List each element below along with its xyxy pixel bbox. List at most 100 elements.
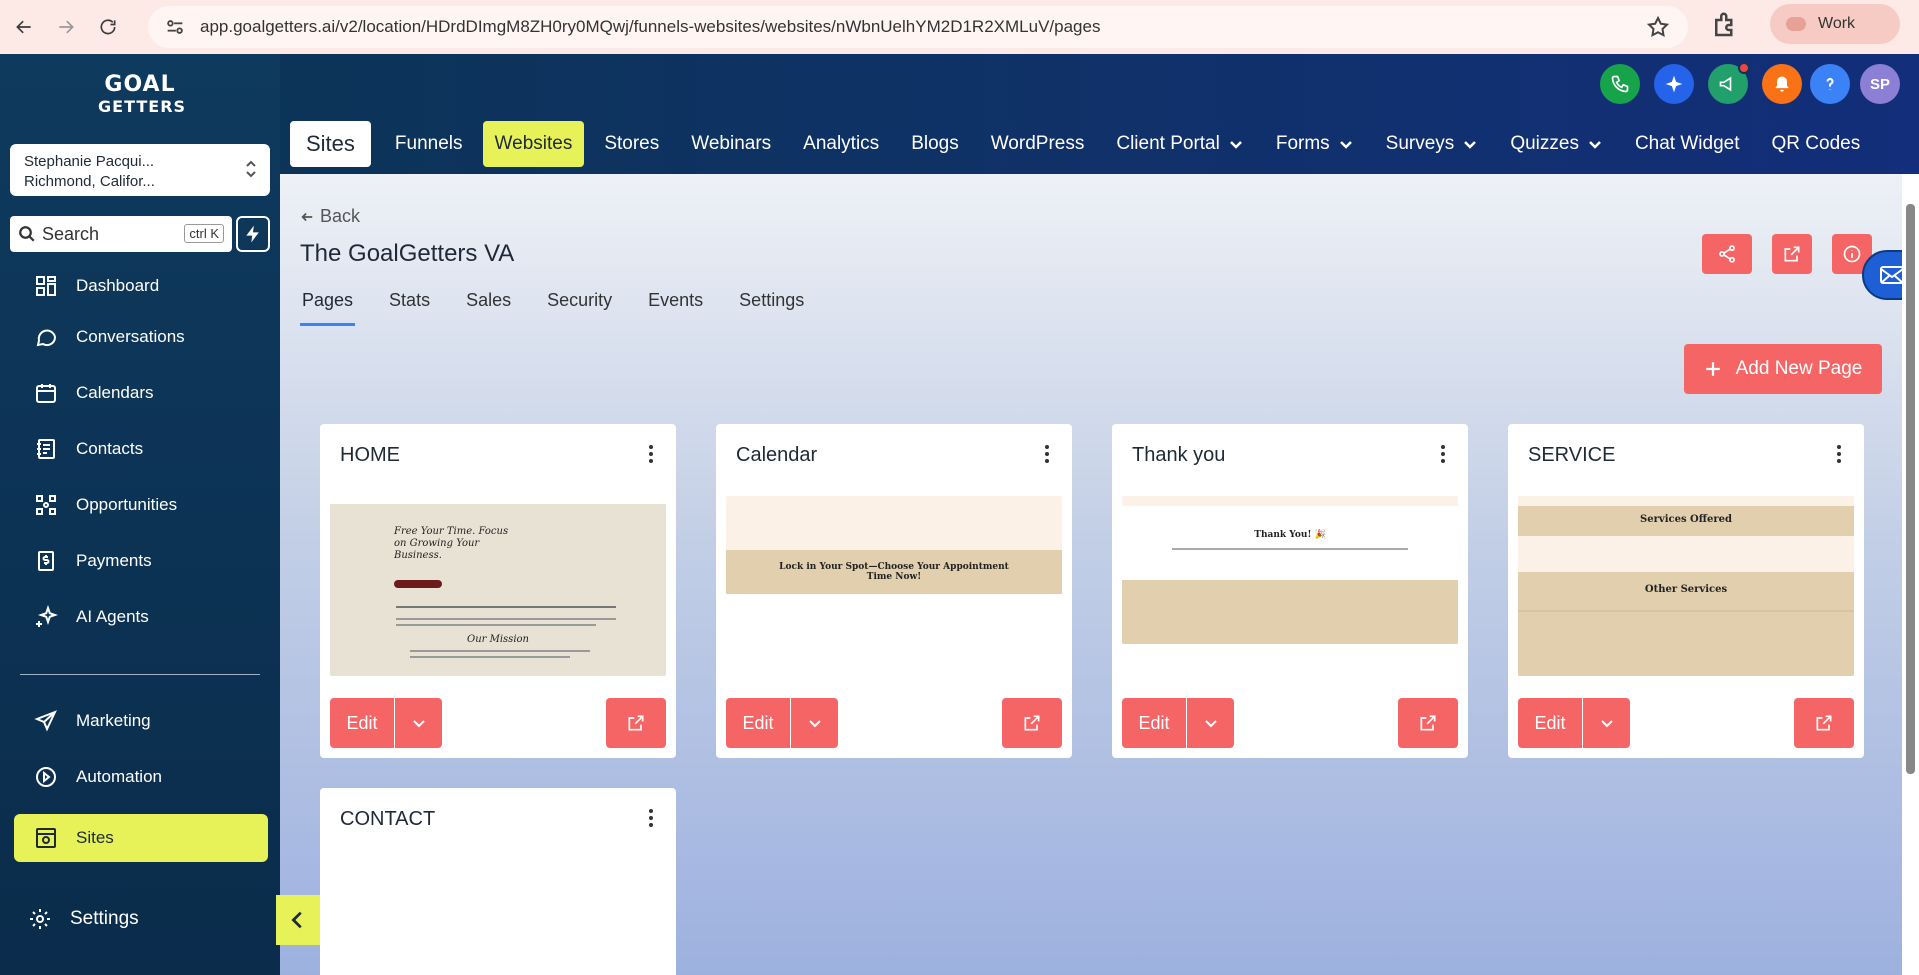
- tab-events[interactable]: Events: [646, 282, 705, 326]
- logo[interactable]: GOAL GETTERS: [98, 74, 185, 122]
- tab-quizzes[interactable]: Quizzes: [1498, 121, 1615, 167]
- tab-pages[interactable]: Pages: [300, 282, 356, 326]
- page-thumbnail[interactable]: Services Offered Other Services: [1518, 496, 1854, 676]
- chevron-down-icon: [1204, 720, 1217, 728]
- sidebar-item-dashboard[interactable]: Dashboard: [14, 266, 268, 306]
- tab-label: Funnels: [394, 133, 463, 154]
- edit-button[interactable]: Edit: [1518, 698, 1582, 748]
- tab-sales[interactable]: Sales: [464, 282, 513, 326]
- tab-chat-widget[interactable]: Chat Widget: [1623, 121, 1752, 167]
- sidebar-item-conversations[interactable]: Conversations: [14, 314, 268, 360]
- share-button[interactable]: [1702, 234, 1752, 274]
- reload-icon[interactable]: [90, 9, 126, 45]
- tab-forms[interactable]: Forms: [1264, 121, 1366, 167]
- chevron-left-icon: [291, 911, 302, 929]
- kebab-menu-icon[interactable]: [1440, 444, 1446, 464]
- notifications-button[interactable]: [1762, 64, 1802, 104]
- card-title: SERVICE: [1528, 444, 1616, 466]
- page-thumbnail[interactable]: Thank You! 🎉: [1122, 496, 1458, 644]
- edit-dropdown-button[interactable]: [790, 698, 838, 748]
- tab-funnels[interactable]: Funnels: [383, 121, 475, 167]
- scrollbar[interactable]: [1902, 174, 1919, 975]
- thumb-text-line: [410, 650, 590, 652]
- chevron-down-icon: [1589, 141, 1601, 149]
- kebab-menu-icon[interactable]: [1044, 444, 1050, 464]
- open-page-button[interactable]: [1398, 698, 1458, 748]
- tab-blogs[interactable]: Blogs: [899, 121, 971, 167]
- sidebar-item-calendars[interactable]: Calendars: [14, 370, 268, 416]
- site-info-icon[interactable]: [164, 16, 186, 38]
- sidebar-item-label: Sites: [76, 828, 114, 847]
- sidebar-item-opportunities[interactable]: Opportunities: [14, 482, 268, 528]
- tab-webinars[interactable]: Webinars: [679, 121, 783, 167]
- edit-button[interactable]: Edit: [330, 698, 394, 748]
- open-page-button[interactable]: [1002, 698, 1062, 748]
- edit-button[interactable]: Edit: [726, 698, 790, 748]
- phone-button[interactable]: [1600, 64, 1640, 104]
- kebab-menu-icon[interactable]: [648, 808, 654, 828]
- edit-dropdown-button[interactable]: [394, 698, 442, 748]
- account-location: Richmond, Califor...: [24, 173, 155, 190]
- main-content: Back The GoalGetters VA Pages Stats Sale…: [280, 174, 1902, 975]
- open-page-button[interactable]: [606, 698, 666, 748]
- address-bar[interactable]: app.goalgetters.ai/v2/location/HDrdDImgM…: [148, 6, 1688, 48]
- account-switcher[interactable]: Stephanie Pacqui... Richmond, Califor...: [10, 144, 270, 196]
- ai-assistant-button[interactable]: [1654, 64, 1694, 104]
- tab-stores[interactable]: Stores: [592, 121, 671, 167]
- open-external-button[interactable]: [1772, 234, 1812, 274]
- search-icon: [19, 226, 35, 242]
- tab-websites[interactable]: Websites: [482, 121, 585, 167]
- tab-security[interactable]: Security: [545, 282, 614, 326]
- kebab-menu-icon[interactable]: [1836, 444, 1842, 464]
- sidebar-item-label: Conversations: [76, 327, 185, 346]
- tab-settings[interactable]: Settings: [737, 282, 806, 326]
- send-icon: [34, 710, 57, 732]
- thumb-heading: Free Your Time. Focus on Growing Your Bu…: [394, 526, 509, 561]
- thumb-footer: [1518, 610, 1854, 676]
- page-thumbnail[interactable]: Free Your Time. Focus on Growing Your Bu…: [330, 496, 666, 676]
- kebab-menu-icon[interactable]: [648, 444, 654, 464]
- sites-tabs: Sites Funnels Websites Stores Webinars A…: [290, 120, 1880, 168]
- sidebar-item-marketing[interactable]: Marketing: [14, 698, 268, 744]
- sidebar-item-payments[interactable]: Payments: [14, 538, 268, 584]
- help-button[interactable]: [1810, 64, 1850, 104]
- add-new-page-button[interactable]: Add New Page: [1684, 344, 1882, 394]
- chevron-down-icon: [1229, 141, 1242, 149]
- tab-label: Chat Widget: [1634, 133, 1740, 154]
- tab-qr-codes[interactable]: QR Codes: [1760, 121, 1873, 167]
- tab-surveys[interactable]: Surveys: [1374, 121, 1491, 167]
- edit-dropdown-button[interactable]: [1186, 698, 1234, 748]
- search-input[interactable]: Search ctrl K: [10, 216, 232, 252]
- tab-analytics[interactable]: Analytics: [791, 121, 891, 167]
- question-mark-icon: [1826, 77, 1834, 90]
- sidebar-item-contacts[interactable]: Contacts: [14, 426, 268, 472]
- sidebar-divider: [20, 674, 260, 675]
- edit-button[interactable]: Edit: [1122, 698, 1186, 748]
- avatar[interactable]: SP: [1860, 64, 1900, 104]
- forward-arrow-icon[interactable]: [48, 9, 84, 45]
- scrollbar-thumb[interactable]: [1906, 204, 1915, 774]
- sidebar-item-settings[interactable]: Settings: [8, 896, 262, 942]
- tab-stats[interactable]: Stats: [387, 282, 432, 326]
- back-arrow-icon[interactable]: [6, 9, 42, 45]
- bookmark-star-icon[interactable]: [1646, 15, 1670, 39]
- sidebar-item-ai-agents[interactable]: AI Agents: [14, 594, 268, 640]
- chevron-down-icon: [412, 720, 425, 728]
- profile-button[interactable]: Work: [1770, 4, 1900, 44]
- sidebar-item-automation[interactable]: Automation: [14, 754, 268, 800]
- tab-client-portal[interactable]: Client Portal: [1104, 121, 1256, 167]
- extensions-puzzle-icon[interactable]: [1710, 10, 1740, 40]
- open-page-button[interactable]: [1794, 698, 1854, 748]
- quick-actions-button[interactable]: [236, 216, 270, 252]
- collapse-sidebar-button[interactable]: [276, 895, 320, 945]
- edit-dropdown-button[interactable]: [1582, 698, 1630, 748]
- page-thumbnail[interactable]: Lock in Your Spot—Choose Your Appointmen…: [726, 496, 1062, 676]
- back-link[interactable]: Back: [300, 206, 360, 227]
- edit-button-group: Edit: [1518, 698, 1630, 748]
- browser-toolbar: app.goalgetters.ai/v2/location/HDrdDImgM…: [0, 0, 1919, 54]
- announcements-button[interactable]: [1708, 62, 1750, 104]
- tab-wordpress[interactable]: WordPress: [979, 121, 1097, 167]
- profile-avatar-icon: [1786, 17, 1806, 31]
- sidebar-item-sites[interactable]: Sites: [14, 814, 268, 862]
- page-title: The GoalGetters VA: [300, 240, 515, 267]
